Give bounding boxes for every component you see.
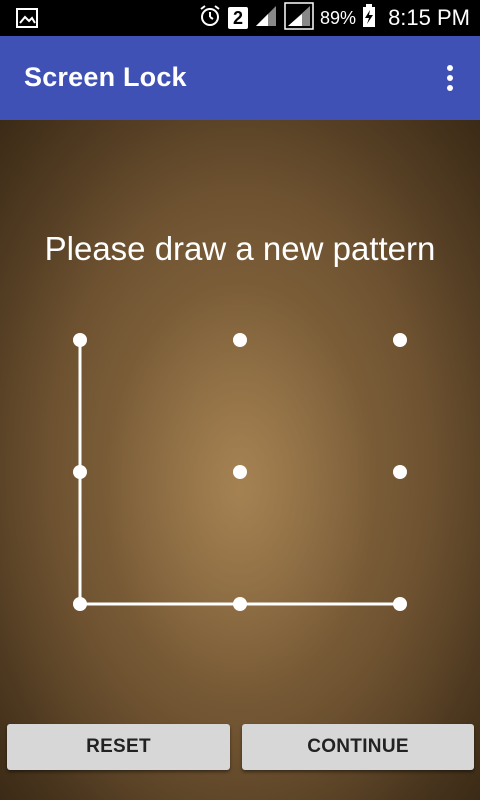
- screen: 2 89% 8:15 PM Screen Lock Please draw a …: [0, 0, 480, 800]
- pattern-dot[interactable]: [73, 333, 87, 347]
- pattern-dot[interactable]: [233, 465, 247, 479]
- pattern-prompt: Please draw a new pattern: [44, 230, 436, 267]
- signal-icon: [254, 4, 278, 33]
- menu-dot: [447, 85, 453, 91]
- pattern-dot[interactable]: [393, 465, 407, 479]
- pattern-dot[interactable]: [233, 597, 247, 611]
- pattern-dot[interactable]: [393, 333, 407, 347]
- signal-icon: [284, 1, 314, 35]
- clock: 8:15 PM: [388, 5, 470, 30]
- alarm-icon: [198, 4, 222, 33]
- status-bar: 2 89% 8:15 PM: [0, 0, 480, 36]
- app-bar: Screen Lock: [0, 36, 480, 120]
- pattern-dot[interactable]: [393, 597, 407, 611]
- menu-dot: [447, 75, 453, 81]
- app-title: Screen Lock: [24, 62, 187, 92]
- pattern-dot[interactable]: [233, 333, 247, 347]
- pattern-dot[interactable]: [73, 465, 87, 479]
- overflow-menu-icon[interactable]: [436, 60, 464, 96]
- reset-button[interactable]: RESET: [7, 724, 230, 770]
- pattern-dot[interactable]: [73, 597, 87, 611]
- continue-button[interactable]: CONTINUE: [242, 724, 474, 770]
- battery-charging-icon: [362, 3, 376, 33]
- battery-percentage: 89%: [320, 7, 357, 28]
- menu-dot: [447, 65, 453, 71]
- sim-2-icon: 2: [228, 7, 249, 29]
- status-indicators: 2 89% 8:15 PM: [198, 0, 470, 36]
- image-notification-icon: [16, 8, 38, 28]
- pattern-grid[interactable]: [0, 300, 480, 640]
